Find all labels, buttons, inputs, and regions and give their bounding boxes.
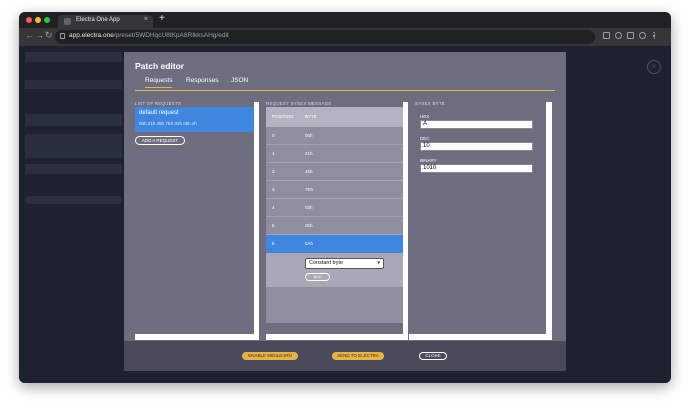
byte-type-value: Constant byte	[309, 260, 343, 266]
byte-type-select[interactable]: Constant byte ▾	[305, 258, 384, 269]
sysex-row[interactable]: 5 05h	[266, 217, 403, 235]
row-position: 3	[272, 187, 275, 192]
close-button[interactable]: CLOSE	[419, 352, 447, 360]
row-byte: 00h	[305, 133, 313, 138]
address-bar[interactable]: app.electra.one/preset/5WDHqcU8tKpA8RIkk…	[55, 30, 595, 44]
row-position: 0	[272, 133, 275, 138]
extension-icon[interactable]	[603, 32, 610, 39]
binary-input[interactable]: 1010	[420, 164, 533, 173]
minimize-window-button[interactable]	[35, 17, 41, 23]
new-tab-button[interactable]: +	[159, 13, 165, 24]
patch-editor-modal: Patch editor Requests Responses JSON LIS…	[124, 52, 566, 371]
hex-label: HEX	[420, 114, 430, 119]
chevron-down-icon: ▾	[377, 260, 380, 266]
tab-responses[interactable]: Responses	[186, 77, 219, 87]
sysex-row[interactable]: 3 7Eh	[266, 181, 403, 199]
tab-requests[interactable]: Requests	[145, 77, 173, 88]
binary-label: BINARY	[420, 158, 437, 163]
dec-input[interactable]: 10	[420, 142, 533, 151]
row-position: 2	[272, 169, 275, 174]
profile-avatar-icon[interactable]	[639, 32, 646, 39]
sysex-byte-panel: SYSEX BYTE HEX A DEC 10 BINARY 1010	[409, 101, 552, 340]
row-position: 6	[272, 241, 275, 246]
background-header	[25, 52, 122, 62]
sysex-message-table: POSITION BYTE 0 00h 1 21h 2 45h 3 7Eh 4 …	[266, 107, 403, 323]
tab-underline	[135, 90, 555, 91]
background-pill	[25, 196, 122, 204]
sysex-row-selected[interactable]: 6 0Ah	[266, 235, 403, 253]
background-close-icon: ×	[647, 60, 661, 74]
modal-title: Patch editor	[135, 61, 185, 71]
row-byte: 21h	[305, 151, 313, 156]
request-item-default[interactable]: default request 00h 21h 45h 7Eh 02h 05h …	[135, 107, 254, 132]
sysex-row[interactable]: 4 02h	[266, 199, 403, 217]
favicon-icon	[64, 18, 71, 25]
tab-json[interactable]: JSON	[231, 77, 248, 87]
forward-button[interactable]: →	[35, 30, 44, 40]
row-byte: 45h	[305, 169, 313, 174]
request-bytes: 00h 21h 45h 7Eh 02h 05h xh	[139, 121, 197, 126]
request-name: default request	[139, 110, 179, 116]
back-button[interactable]: ←	[25, 30, 34, 40]
browser-tab[interactable]: Electra One App ×	[58, 15, 153, 28]
enable-midilearn-button[interactable]: ENABLE MIDILEARN	[242, 352, 298, 360]
sysex-row[interactable]: 2 45h	[266, 163, 403, 181]
tab-bar: Electra One App × +	[19, 12, 671, 28]
sysex-row[interactable]: 1 21h	[266, 145, 403, 163]
send-to-electra-button[interactable]: SEND TO ELECTRA	[332, 352, 384, 360]
sysex-byte-label: SYSEX BYTE	[415, 101, 446, 106]
row-position: 5	[272, 223, 275, 228]
sysex-byte-inner: SYSEX BYTE HEX A DEC 10 BINARY 1010	[409, 101, 546, 334]
row-byte: 7Eh	[305, 187, 314, 192]
header-byte: BYTE	[305, 114, 317, 119]
tab-close-icon[interactable]: ×	[144, 16, 148, 23]
left-column-border	[254, 102, 259, 340]
row-byte: 0Ah	[305, 241, 314, 246]
lock-icon	[60, 33, 65, 39]
sysex-add-area: Constant byte ▾ ADD	[266, 253, 403, 287]
header-position: POSITION	[272, 114, 294, 119]
menu-kebab-icon[interactable]	[653, 32, 656, 39]
tab-title: Electra One App	[76, 17, 120, 23]
row-position: 4	[272, 205, 275, 210]
requests-label: LIST OF REQUESTS	[135, 101, 182, 106]
background-button	[25, 114, 122, 126]
sysex-table-header: POSITION BYTE	[266, 107, 403, 127]
row-byte: 02h	[305, 205, 313, 210]
background-field	[25, 80, 122, 89]
add-byte-button[interactable]: ADD	[305, 273, 330, 281]
middle-column-border	[403, 102, 408, 340]
background-field	[25, 164, 122, 174]
close-window-button[interactable]	[26, 17, 32, 23]
browser-window: Electra One App × + ← → ↻ app.electra.on…	[19, 12, 671, 383]
reload-button[interactable]: ↻	[45, 30, 53, 41]
row-byte: 05h	[305, 223, 313, 228]
modal-footer: ENABLE MIDILEARN SEND TO ELECTRA CLOSE	[124, 341, 566, 371]
bookmark-star-icon[interactable]	[615, 32, 622, 39]
url-text: app.electra.one/preset/5WDHqcU8tKpA8RIkk…	[69, 32, 229, 39]
dec-label: DEC	[420, 136, 430, 141]
maximize-window-button[interactable]	[44, 17, 50, 23]
sidebar-icon[interactable]	[627, 32, 634, 39]
sysex-message-label: REQUEST SYSEX MESSAGE	[266, 101, 332, 106]
row-position: 1	[272, 151, 275, 156]
add-request-button[interactable]: ADD A REQUEST	[135, 136, 185, 145]
address-bar-row: ← → ↻ app.electra.one/preset/5WDHqcU8tKp…	[19, 28, 671, 46]
middle-column-bottom	[266, 334, 403, 340]
left-column-bottom	[135, 334, 254, 340]
app-content: × Patch editor Requests Responses JSON L…	[19, 46, 671, 383]
hex-input[interactable]: A	[420, 120, 533, 129]
background-grid	[25, 134, 122, 158]
sysex-row[interactable]: 0 00h	[266, 127, 403, 145]
